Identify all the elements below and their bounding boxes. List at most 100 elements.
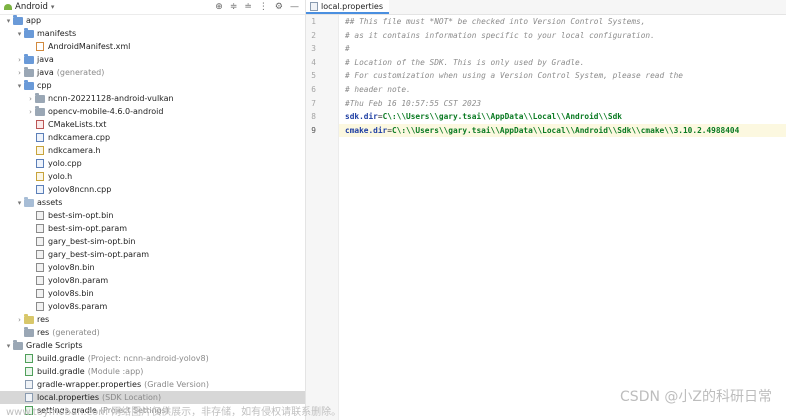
comment-line: # as it contains information specific to… [345, 30, 655, 40]
tree-item[interactable]: yolov8ncnn.cpp [0, 183, 305, 196]
property-line: cmake.dir=C\:\\Users\\gary.tsai\\AppData… [339, 123, 786, 138]
line-number: 1 [311, 17, 316, 26]
tree-item[interactable]: gary_best-sim-opt.bin [0, 235, 305, 248]
property-key: cmake.dir [345, 125, 388, 135]
line-number: 2 [311, 30, 316, 40]
tree-item[interactable]: ▾ app [0, 14, 305, 27]
expand-all-icon[interactable]: ≐ [244, 2, 252, 12]
tree-item-label: gradle-wrapper.properties [37, 380, 142, 389]
file-h-icon [35, 146, 45, 155]
tree-item-suffix: (generated) [56, 68, 105, 77]
gear-icon[interactable]: ⚙ [275, 2, 283, 12]
tree-item[interactable]: yolo.cpp [0, 157, 305, 170]
file-bin-icon [35, 302, 45, 311]
tree-item[interactable]: gary_best-sim-opt.param [0, 248, 305, 261]
more-options-icon[interactable]: ⋮ [259, 2, 268, 12]
tree-item-label: build.gradle [37, 354, 85, 363]
tree-item-label: yolov8s.bin [48, 289, 94, 298]
tree-item-label: java [37, 68, 54, 77]
tree-item[interactable]: ndkcamera.cpp [0, 131, 305, 144]
tree-item[interactable]: build.gradle (Project: ncnn-android-yolov… [0, 352, 305, 365]
tree-item[interactable]: › res [0, 313, 305, 326]
chevron-down-icon[interactable]: ▾ [4, 17, 13, 25]
tree-item[interactable]: › java [0, 53, 305, 66]
tree-item-label: yolo.h [48, 172, 73, 181]
chevron-down-icon[interactable]: ▾ [15, 30, 24, 38]
chevron-down-icon[interactable]: ▾ [4, 342, 13, 350]
watermark-source: www.toymoban.com 网络图片仅供展示，非存储，如有侵权请联系删除。 [6, 407, 342, 418]
line-number: 9 [311, 125, 316, 135]
tree-item-label: AndroidManifest.xml [48, 42, 131, 51]
project-toolbar-actions: ⊕ ≑ ≐ ⋮ ⚙ — [215, 2, 305, 12]
file-h-icon [35, 172, 45, 181]
editor-tab-bar: local.properties [306, 0, 786, 15]
tree-item[interactable]: yolov8n.param [0, 274, 305, 287]
chevron-right-icon[interactable]: › [26, 95, 35, 103]
locate-icon[interactable]: ⊕ [215, 2, 223, 12]
line-number: 7 [311, 98, 316, 108]
file-cpp-icon [35, 133, 45, 142]
tree-item-label: Gradle Scripts [26, 341, 83, 350]
file-gradle-icon [24, 367, 34, 376]
tree-item[interactable]: ▾ cpp [0, 79, 305, 92]
tree-item[interactable]: › opencv-mobile-4.6.0-android [0, 105, 305, 118]
property-value: C\:\\Users\\gary.tsai\\AppData\\Local\\A… [391, 125, 740, 135]
tree-item[interactable]: build.gradle (Module :app) [0, 365, 305, 378]
tree-item[interactable]: yolov8s.param [0, 300, 305, 313]
tree-item-label: yolov8n.bin [48, 263, 95, 272]
tree-item[interactable]: CMakeLists.txt [0, 118, 305, 131]
project-view-selector[interactable]: Android ▾ [4, 2, 54, 12]
tree-item[interactable]: gradle-wrapper.properties (Gradle Version… [0, 378, 305, 391]
tree-item[interactable]: › ncnn-20221128-android-vulkan [0, 92, 305, 105]
tree-item-label: ncnn-20221128-android-vulkan [48, 94, 174, 103]
tree-item[interactable]: ▾ manifests [0, 27, 305, 40]
file-prop-icon [24, 393, 34, 402]
property-line: sdk.dir=C\:\\Users\\gary.tsai\\AppData\\… [339, 110, 786, 124]
tree-item-suffix: (Project: ncnn-android-yolov8) [87, 354, 209, 363]
tree-item-label: yolo.cpp [48, 159, 82, 168]
folder-yellow-icon [24, 313, 34, 324]
tree-item[interactable]: yolo.h [0, 170, 305, 183]
tree-item[interactable]: ▾ assets [0, 196, 305, 209]
tree-item[interactable]: best-sim-opt.bin [0, 209, 305, 222]
tree-item[interactable]: ▾ Gradle Scripts [0, 339, 305, 352]
chevron-down-icon[interactable]: ▾ [15, 199, 24, 207]
tree-item-label: java [37, 55, 54, 64]
tree-item[interactable]: ndkcamera.h [0, 144, 305, 157]
tree-item-label: best-sim-opt.bin [48, 211, 114, 220]
project-tree: ▾ app ▾ manifests AndroidManifest.xml › java › j… [0, 14, 305, 417]
hide-panel-icon[interactable]: — [290, 2, 299, 12]
tree-item[interactable]: res (generated) [0, 326, 305, 339]
tree-item-label: gary_best-sim-opt.param [48, 250, 150, 259]
tree-item[interactable]: yolov8n.bin [0, 261, 305, 274]
chevron-down-icon: ▾ [50, 3, 55, 11]
tree-item-suffix: (Gradle Version) [144, 380, 209, 389]
file-bin-icon [35, 289, 45, 298]
collapse-all-icon[interactable]: ≑ [230, 2, 238, 12]
tree-item[interactable]: yolov8s.bin [0, 287, 305, 300]
file-bin-icon [35, 250, 45, 259]
android-icon [4, 4, 12, 10]
comment-line: ## This file must *NOT* be checked into … [345, 17, 646, 26]
folder-grey-icon [24, 66, 34, 77]
chevron-down-icon[interactable]: ▾ [15, 82, 24, 90]
tree-item[interactable]: AndroidManifest.xml [0, 40, 305, 53]
comment-line: # Location of the SDK. This is only used… [345, 57, 585, 67]
folder-grey-icon [13, 339, 23, 350]
folder-blue-icon [24, 53, 34, 64]
chevron-right-icon[interactable]: › [15, 316, 24, 324]
chevron-right-icon[interactable]: › [26, 108, 35, 116]
chevron-right-icon[interactable]: › [15, 56, 24, 64]
tree-item[interactable]: best-sim-opt.param [0, 222, 305, 235]
code-area[interactable]: ## This file must *NOT* be checked into … [339, 15, 786, 138]
line-number: 4 [311, 57, 316, 67]
line-number: 6 [311, 84, 316, 94]
tree-item-label: build.gradle [37, 367, 85, 376]
chevron-right-icon[interactable]: › [15, 69, 24, 77]
tab-local-properties[interactable]: local.properties [306, 0, 390, 14]
tree-item-label: yolov8n.param [48, 276, 109, 285]
tree-item-label: local.properties [37, 393, 100, 402]
tab-label: local.properties [321, 1, 384, 11]
tree-item-label: cpp [37, 81, 52, 90]
tree-item[interactable]: › java (generated) [0, 66, 305, 79]
